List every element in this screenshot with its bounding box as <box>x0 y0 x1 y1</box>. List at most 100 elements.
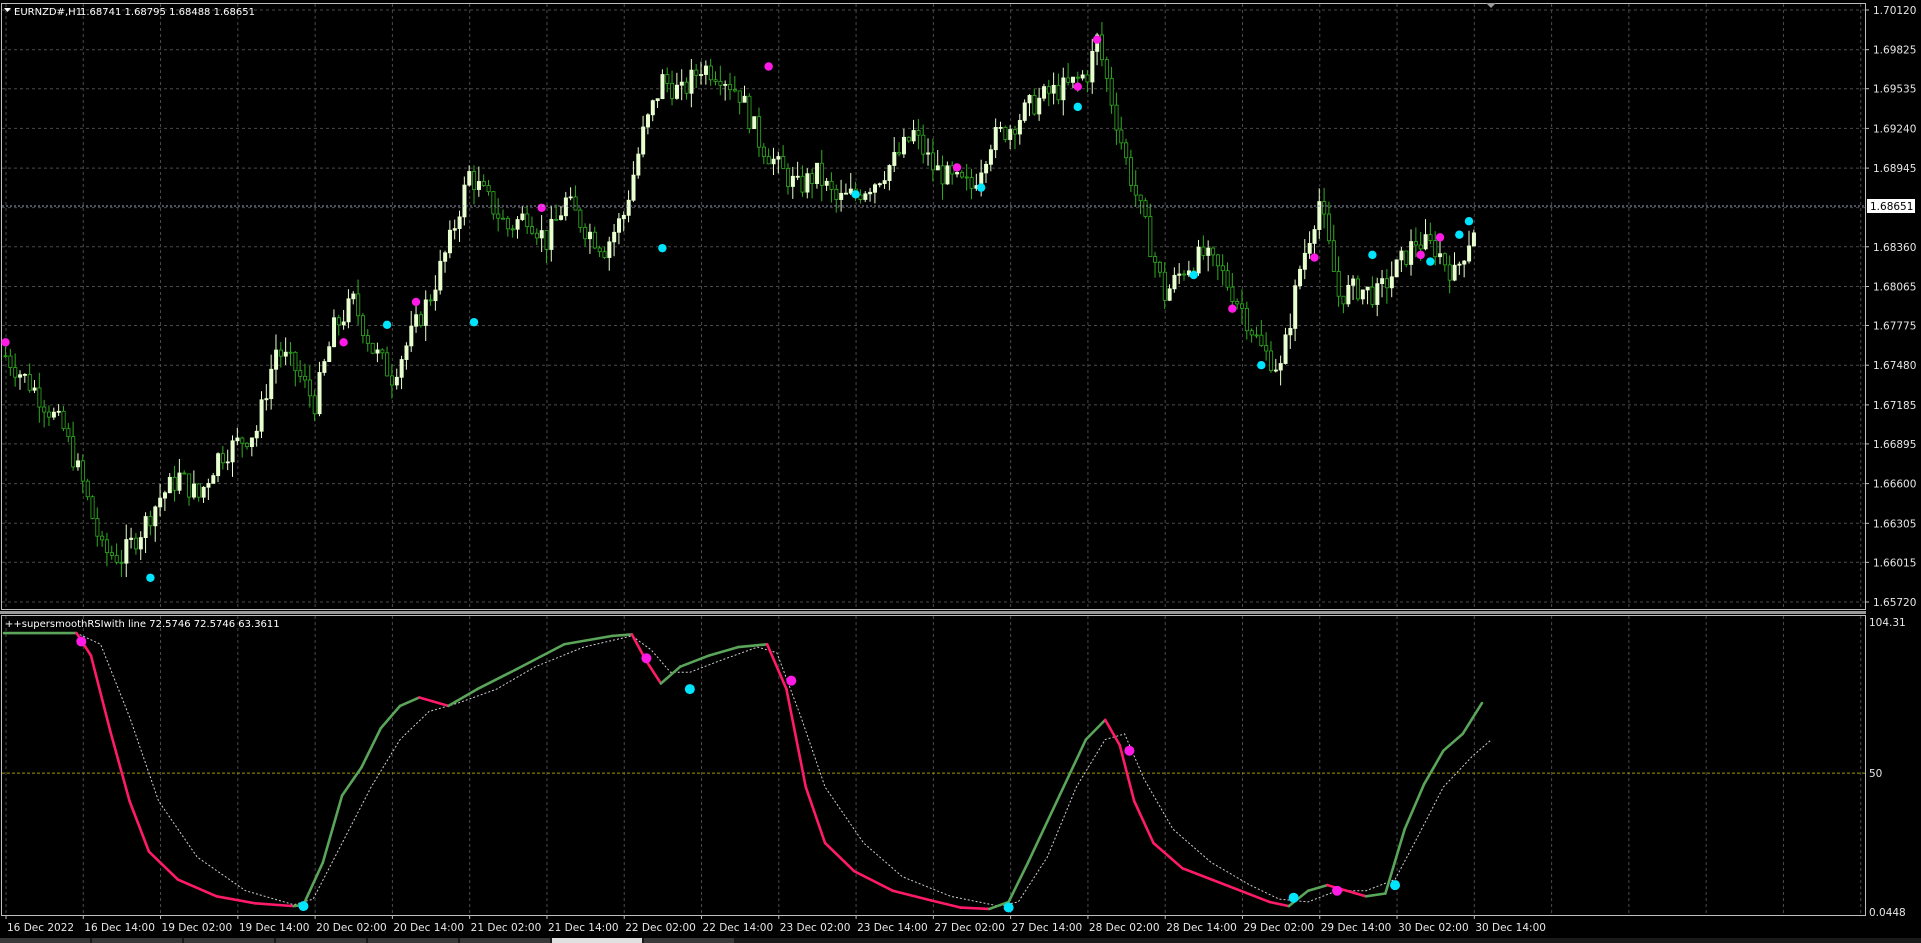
bear-candle <box>85 480 90 498</box>
bull-candle <box>476 181 481 190</box>
bear-candle <box>1230 286 1235 302</box>
bear-candle <box>665 74 670 84</box>
bear-candle <box>694 69 699 76</box>
rsi-sell-signal-dot <box>1332 885 1343 896</box>
chart-tab-active[interactable] <box>552 938 642 943</box>
bear-candle <box>1157 261 1162 273</box>
pane-separator[interactable] <box>0 611 1866 614</box>
bull-candle <box>771 158 776 165</box>
bear-candle <box>1003 126 1008 140</box>
rsi-sell-signal-dot <box>641 653 652 664</box>
bear-candle <box>1013 129 1018 135</box>
chart-tab[interactable] <box>0 938 90 943</box>
bear-candle <box>1162 271 1167 301</box>
x-tick-label: 29 Dec 02:00 <box>1243 922 1314 934</box>
bear-candle <box>747 95 752 130</box>
bull-candle <box>742 95 747 103</box>
bear-candle <box>288 351 293 354</box>
bull-candle <box>1346 284 1351 305</box>
bear-candle <box>510 228 515 231</box>
bull-candle <box>549 218 554 250</box>
indicator-max-label: 104.31 <box>1869 617 1906 629</box>
bull-candle <box>375 349 380 354</box>
indicator-mid-label: 50 <box>1869 768 1882 780</box>
bear-candle <box>1128 157 1133 186</box>
bear-candle <box>781 156 786 169</box>
rsi-line-segment <box>611 633 634 638</box>
bear-candle <box>361 315 366 336</box>
bull-candle <box>1452 264 1457 281</box>
sell-signal-dot <box>952 163 962 172</box>
x-tick-label: 23 Dec 02:00 <box>780 922 851 934</box>
chart-tab[interactable] <box>644 938 734 943</box>
bear-candle <box>496 213 501 219</box>
sell-signal-dot <box>1435 233 1445 242</box>
chart-tab[interactable] <box>184 938 274 943</box>
y-tick-label: 1.67775 <box>1873 321 1916 333</box>
bull-candle <box>1351 278 1356 286</box>
y-tick-label: 1.67480 <box>1873 360 1916 372</box>
y-tick-label: 1.68065 <box>1873 281 1916 293</box>
bear-candle <box>1259 334 1264 346</box>
chart-tab[interactable] <box>276 938 366 943</box>
chart-tab[interactable] <box>368 938 458 943</box>
bear-candle <box>3 355 8 358</box>
bull-candle <box>1177 273 1182 276</box>
y-tick-label: 1.68945 <box>1873 163 1916 175</box>
sell-signal-dot <box>1310 253 1319 262</box>
bear-candle <box>684 81 689 94</box>
chart-tab[interactable] <box>92 938 182 943</box>
bear-candle <box>27 373 32 391</box>
chart-tab[interactable] <box>460 938 550 943</box>
bull-candle <box>1037 97 1042 115</box>
bear-candle <box>1447 264 1452 281</box>
bull-candle <box>795 175 800 178</box>
bull-candle <box>211 475 216 484</box>
bottom-tab-strip <box>0 938 1921 943</box>
bear-candle <box>37 387 42 408</box>
bear-candle <box>1404 250 1409 265</box>
bull-candle <box>689 69 694 94</box>
bull-candle <box>621 214 626 220</box>
bull-candle <box>1457 263 1462 266</box>
bear-candle <box>418 314 423 326</box>
buy-signal-dot <box>1189 270 1198 280</box>
bull-candle <box>1375 283 1380 305</box>
bull-candle <box>935 165 940 171</box>
bear-candle <box>240 437 245 444</box>
bull-candle <box>1090 50 1095 83</box>
chart-area[interactable]: 1.70120 1.69825 1.69535 1.69240 1.68945 1.683… <box>0 0 1921 943</box>
bear-candle <box>530 226 535 234</box>
bull-candle <box>264 398 269 401</box>
buy-signal-dot <box>1368 250 1377 260</box>
bull-candle <box>283 351 288 357</box>
bull-candle <box>249 437 254 448</box>
indicator-min-label: 0.0448 <box>1869 907 1906 919</box>
bear-candle <box>583 227 588 240</box>
bull-candle <box>1167 288 1172 301</box>
bull-candle <box>191 483 196 498</box>
bull-candle <box>1283 334 1288 364</box>
bull-candle <box>988 149 993 165</box>
bull-candle <box>143 516 148 538</box>
bull-candle <box>351 293 356 300</box>
bull-candle <box>452 228 457 231</box>
bear-candle <box>897 152 902 155</box>
bull-candle <box>404 345 409 360</box>
bear-candle <box>766 156 771 165</box>
bull-candle <box>776 156 781 160</box>
bull-candle <box>138 537 143 550</box>
bull-candle <box>32 387 37 391</box>
bull-candle <box>805 173 810 193</box>
bear-candle <box>1220 265 1225 272</box>
bull-candle <box>993 127 998 151</box>
bear-candle <box>389 375 394 386</box>
bull-candle <box>201 486 206 498</box>
bear-candle <box>298 370 303 377</box>
bull-candle <box>269 368 274 400</box>
bull-candle <box>18 374 23 378</box>
bull-candle <box>887 165 892 181</box>
bear-candle <box>1153 256 1158 263</box>
bull-candle <box>1080 74 1085 79</box>
buy-signal-dot <box>1464 217 1474 226</box>
